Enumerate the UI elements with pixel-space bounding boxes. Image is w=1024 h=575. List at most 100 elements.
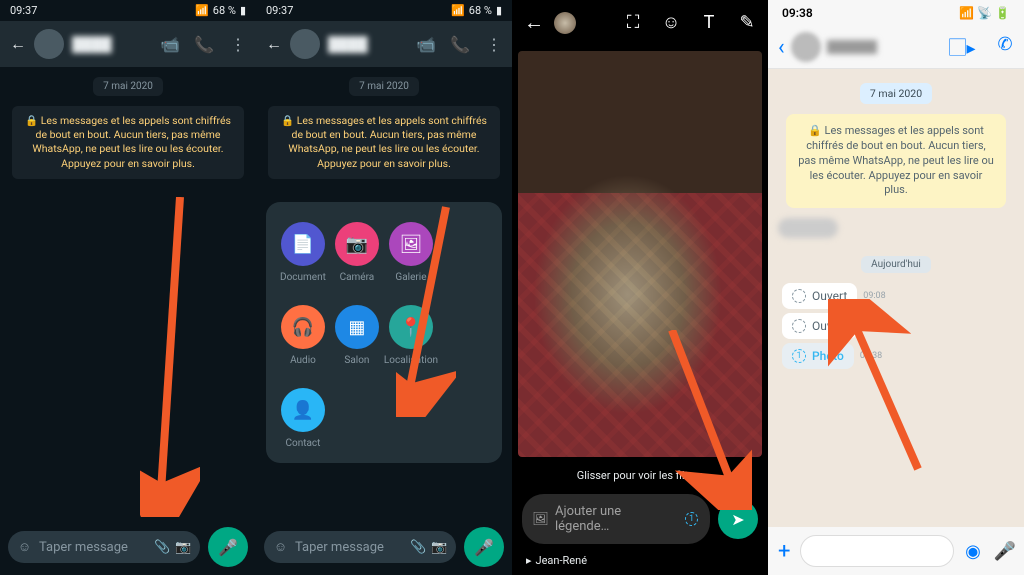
gallery-icon[interactable]: 🖼: [534, 512, 547, 527]
attach-icon[interactable]: 📎: [156, 540, 169, 555]
chat-messages: 7 mai 2020 🔒 Les messages et les appels …: [256, 67, 512, 519]
attach-label: Galerie: [395, 272, 426, 283]
avatar[interactable]: [34, 29, 64, 59]
contact-name[interactable]: ████: [72, 36, 154, 53]
sent-label: Ouvert: [812, 289, 847, 303]
status-time: 09:37: [266, 4, 293, 17]
emoji-icon[interactable]: ☺: [18, 539, 31, 555]
back-icon[interactable]: ‹: [778, 35, 785, 60]
contact-name[interactable]: [827, 40, 877, 54]
encryption-notice[interactable]: 🔒 Les messages et les appels sont chiffr…: [12, 106, 244, 179]
encryption-notice[interactable]: 🔒 Les messages et les appels sont chiffr…: [786, 114, 1006, 208]
voice-call-icon[interactable]: 📞: [196, 35, 212, 54]
caption-input[interactable]: 🖼 Ajouter une légende…: [522, 494, 710, 544]
message-input-row: ☺ Taper message 📎 📷 🎤: [0, 519, 256, 575]
message-input[interactable]: [800, 535, 954, 567]
camera-icon[interactable]: 📷: [433, 540, 446, 555]
back-icon[interactable]: ←: [524, 10, 544, 35]
filter-hint: Glisser pour voir les filtres: [512, 463, 768, 484]
video-call-icon[interactable]: 📹: [418, 35, 434, 54]
attach-document[interactable]: 📄 Document: [276, 222, 330, 283]
mic-button[interactable]: 🎤: [464, 527, 504, 567]
sent-row[interactable]: Ouvert 09:23: [782, 313, 1010, 339]
send-button[interactable]: ➤: [718, 499, 758, 539]
more-icon[interactable]: ⋮: [230, 35, 246, 54]
attach-label: Document: [280, 272, 326, 283]
video-call-icon[interactable]: 📹: [162, 35, 178, 54]
sent-label: Ouvert: [812, 319, 847, 333]
message-input-row: + ◉ 🎤: [768, 527, 1024, 575]
thumbnail[interactable]: [554, 12, 576, 34]
more-icon[interactable]: ⋮: [486, 35, 502, 54]
view-once-opened-icon: [792, 319, 806, 333]
room-icon: ▦: [335, 305, 379, 349]
editor-toolbar: ← ⛶ ☺ T ✎: [512, 0, 768, 45]
panel-3-image-editor: ← ⛶ ☺ T ✎ Glisser pour voir les filtres …: [512, 0, 768, 575]
attach-label: Contact: [285, 438, 320, 449]
battery-text: 68 %: [213, 4, 236, 17]
sent-time: 09:38: [860, 351, 882, 361]
attach-audio[interactable]: 🎧 Audio: [276, 305, 330, 366]
attach-icon[interactable]: 📎: [412, 540, 425, 555]
attachment-sheet: 📄 Document 📷Caméra 🖼 Galerie 🎧 Audio ▦Salon…: [266, 202, 502, 463]
voice-call-icon[interactable]: 📞: [452, 35, 468, 54]
voice-call-icon[interactable]: ✆: [996, 34, 1014, 60]
message-input[interactable]: ☺ Taper message 📎 📷: [264, 531, 456, 563]
sent-time: 09:08: [863, 291, 885, 301]
avatar[interactable]: [791, 32, 821, 62]
attach-camera[interactable]: 📷Caméra: [330, 222, 384, 283]
battery-icon: ▮: [496, 4, 502, 17]
today-chip: Aujourd'hui: [861, 256, 931, 273]
selected-image-preview[interactable]: [518, 51, 762, 457]
date-chip: 7 mai 2020: [860, 83, 932, 104]
contact-name[interactable]: ████: [328, 36, 410, 53]
sent-row[interactable]: Photo 09:38: [782, 343, 1010, 369]
camera-icon[interactable]: ◉: [964, 541, 982, 562]
status-bar: 09:37 📶 68 % ▮: [256, 0, 512, 21]
audio-icon: 🎧: [281, 305, 325, 349]
recipient-chip[interactable]: ▸ Jean-René: [512, 554, 768, 575]
mic-button[interactable]: 🎤: [208, 527, 248, 567]
chat-header[interactable]: ← ████ 📹 📞 ⋮: [0, 21, 256, 67]
chat-header[interactable]: ‹ ⃞▸ ✆: [768, 26, 1024, 69]
redacted-message: [778, 218, 838, 238]
mic-icon[interactable]: 🎤: [996, 541, 1014, 562]
emoji-icon[interactable]: ☺: [662, 12, 680, 33]
avatar[interactable]: [290, 29, 320, 59]
status-icons: 📶 68 % ▮: [451, 4, 502, 17]
view-once-opened-icon: [792, 289, 806, 303]
status-icons: 📶 68 % ▮: [195, 4, 246, 17]
gallery-icon: 🖼: [389, 222, 433, 266]
attach-gallery[interactable]: 🖼 Galerie: [384, 222, 438, 283]
recipient-name: Jean-René: [536, 554, 588, 567]
chat-messages: 7 mai 2020 🔒 Les messages et les appels …: [768, 69, 1024, 527]
attach-contact[interactable]: 👤Contact: [276, 388, 330, 449]
back-icon[interactable]: ←: [10, 34, 26, 54]
annotation-arrow: [140, 197, 200, 517]
attach-location[interactable]: 📍Localisation: [384, 305, 438, 366]
add-button[interactable]: +: [778, 539, 790, 564]
view-once-icon[interactable]: [685, 512, 698, 526]
document-icon: 📄: [281, 222, 325, 266]
text-icon[interactable]: T: [700, 12, 718, 33]
send-icon: ➤: [731, 510, 744, 529]
sent-row[interactable]: Ouvert 09:08: [782, 283, 1010, 309]
video-call-icon[interactable]: ⃞▸: [962, 34, 980, 60]
sent-time: 09:23: [863, 321, 885, 331]
encryption-notice[interactable]: 🔒 Les messages et les appels sont chiffr…: [268, 106, 500, 179]
mic-icon: 🎤: [218, 538, 238, 557]
caption-row: 🖼 Ajouter une légende… ➤: [512, 484, 768, 554]
camera-icon[interactable]: 📷: [177, 540, 190, 555]
attach-room[interactable]: ▦Salon: [330, 305, 384, 366]
chat-header[interactable]: ← ████ 📹 📞 ⋮: [256, 21, 512, 67]
message-input[interactable]: ☺ Taper message 📎 📷: [8, 531, 200, 563]
sent-bubble: Ouvert: [782, 313, 857, 339]
attach-label: Audio: [290, 355, 316, 366]
status-time: 09:37: [10, 4, 37, 17]
mic-icon: 🎤: [474, 538, 494, 557]
emoji-icon[interactable]: ☺: [274, 539, 287, 555]
crop-icon[interactable]: ⛶: [624, 12, 642, 33]
back-icon[interactable]: ←: [266, 34, 282, 54]
draw-icon[interactable]: ✎: [738, 12, 756, 33]
panel-2-attachment-sheet: 09:37 📶 68 % ▮ ← ████ 📹 📞 ⋮ 7 mai 2020 🔒…: [256, 0, 512, 575]
